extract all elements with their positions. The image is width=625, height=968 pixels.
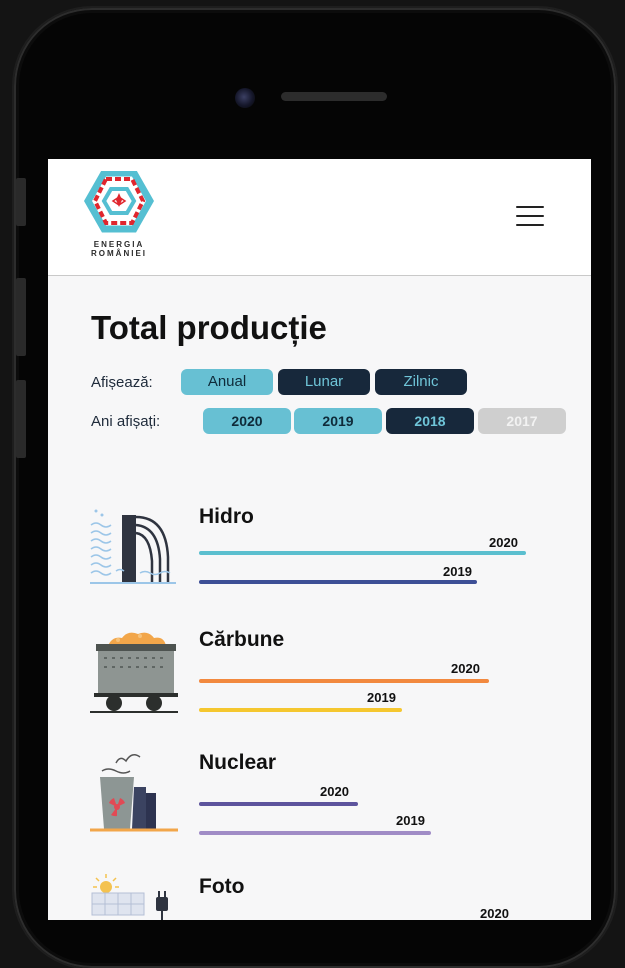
bar-label-carbune-2020: 2020 xyxy=(451,661,480,676)
display-filter-label: Afișează: xyxy=(91,374,153,391)
years-filter-label: Ani afișați: xyxy=(91,413,161,430)
bar-label-nuclear-2019: 2019 xyxy=(396,813,425,828)
phone-volume-down xyxy=(16,380,26,458)
phone-side-button xyxy=(16,178,26,226)
earpiece-speaker xyxy=(281,92,387,101)
logo-text-line2: ROMÂNIEI xyxy=(91,249,147,258)
year-2017-button[interactable]: 2017 xyxy=(478,408,566,434)
year-2019-button[interactable]: 2019 xyxy=(294,408,382,434)
bar-label-hidro-2019: 2019 xyxy=(443,564,472,579)
bar-label-carbune-2019: 2019 xyxy=(367,690,396,705)
app-header: ENERGIA ROMÂNIEI xyxy=(48,159,591,276)
hamburger-menu-icon[interactable] xyxy=(516,206,544,228)
nuclear-plant-icon xyxy=(88,749,180,840)
bar-hidro-2019 xyxy=(199,580,477,584)
app-screen: ENERGIA ROMÂNIEI Total producție Afișeaz… xyxy=(48,159,591,920)
bar-label-hidro-2020: 2020 xyxy=(489,535,518,550)
bar-hidro-2020 xyxy=(199,551,526,555)
filter-anual-button[interactable]: Anual xyxy=(181,369,273,395)
bar-label-foto-2020: 2020 xyxy=(480,906,509,920)
logo-text-line1: ENERGIA xyxy=(93,240,145,249)
logo-emblem-icon xyxy=(83,169,155,233)
bar-nuclear-2020 xyxy=(199,802,358,806)
page-title: Total producție xyxy=(91,309,327,346)
hydro-dam-icon xyxy=(88,501,178,592)
bar-carbune-2020 xyxy=(199,679,489,683)
front-camera xyxy=(235,88,255,108)
bar-nuclear-2019 xyxy=(199,831,431,835)
category-title-foto: Foto xyxy=(199,875,245,898)
category-title-carbune: Cărbune xyxy=(199,628,285,651)
bar-carbune-2019 xyxy=(199,708,402,712)
year-2020-button[interactable]: 2020 xyxy=(203,408,291,434)
filter-lunar-button[interactable]: Lunar xyxy=(278,369,370,395)
category-title-nuclear: Nuclear xyxy=(199,751,277,774)
year-2018-button[interactable]: 2018 xyxy=(386,408,474,434)
bar-label-nuclear-2020: 2020 xyxy=(320,784,349,799)
coal-wagon-icon xyxy=(88,624,180,721)
phone-volume-up xyxy=(16,278,26,356)
energia-romaniei-logo[interactable]: ENERGIA ROMÂNIEI xyxy=(83,169,155,258)
filter-zilnic-button[interactable]: Zilnic xyxy=(375,369,467,395)
category-title-hidro: Hidro xyxy=(199,505,254,528)
solar-panel-icon xyxy=(88,869,180,920)
